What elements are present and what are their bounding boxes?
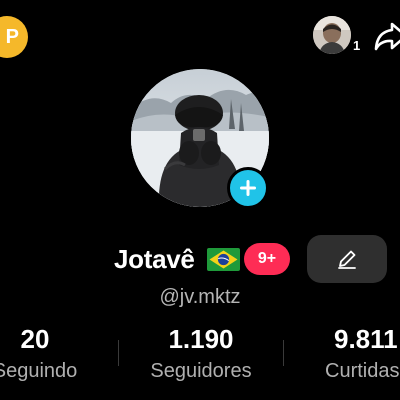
pencil-icon — [338, 250, 356, 269]
stat-followers[interactable]: 1.190 Seguidores — [126, 322, 276, 386]
stat-divider — [118, 340, 119, 366]
following-label: Seguindo — [0, 360, 78, 382]
coin-button[interactable]: P — [0, 16, 28, 58]
stat-likes[interactable]: 9.811 Curtidas — [322, 322, 400, 386]
notification-badge[interactable]: 9+ — [244, 243, 290, 275]
followers-count: 1.190 — [168, 324, 234, 354]
following-count: 20 — [20, 324, 50, 354]
profile-screen: P 1 Jotavê 9+ @jv.mktz 20 Seguindo 1.190… — [0, 0, 400, 400]
followers-label: Seguidores — [150, 360, 252, 382]
coin-icon: P — [5, 26, 19, 48]
edit-profile-button[interactable] — [307, 235, 387, 283]
likes-label: Curtidas — [325, 360, 400, 382]
plus-icon — [240, 180, 256, 196]
add-story-button[interactable] — [227, 167, 269, 209]
share-button[interactable] — [372, 18, 400, 54]
display-name: Jotavê — [114, 244, 195, 274]
share-icon — [374, 22, 400, 51]
brazil-flag-icon — [207, 248, 240, 271]
stat-divider — [283, 340, 284, 366]
visitor-count: 1 — [353, 38, 361, 53]
username: @jv.mktz — [159, 286, 241, 308]
likes-count: 9.811 — [334, 324, 398, 354]
stat-following[interactable]: 20 Seguindo — [0, 322, 110, 386]
profile-visitors-button[interactable]: 1 — [313, 16, 361, 58]
visitor-avatar — [313, 16, 351, 54]
